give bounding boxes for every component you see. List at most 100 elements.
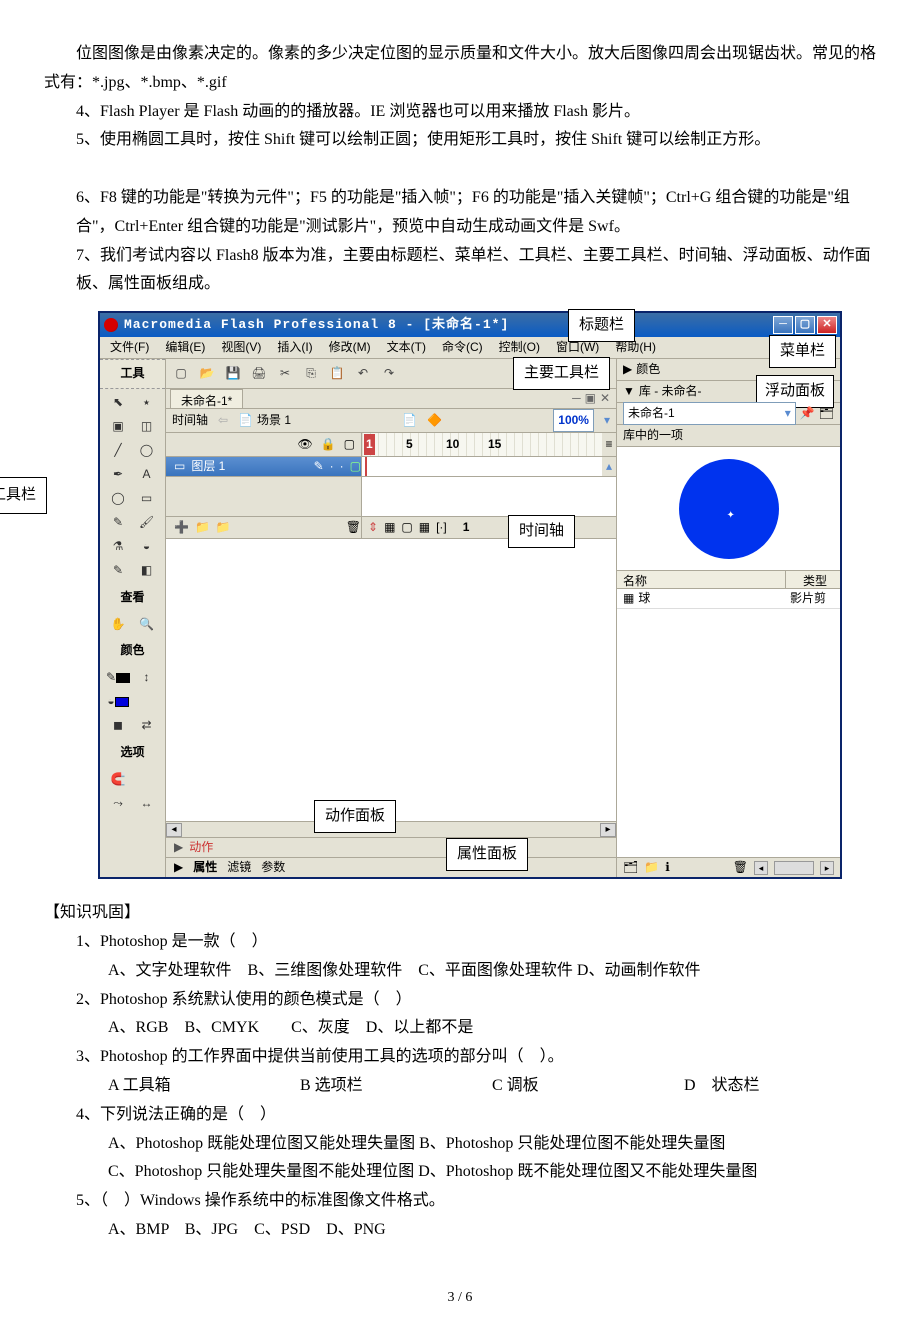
copy-icon[interactable]: ⎘ [302, 365, 320, 383]
new-lib-icon[interactable]: 🗂 [819, 403, 834, 425]
close-doc-icon[interactable]: ✕ [600, 388, 610, 410]
menu-control[interactable]: 控制(O) [495, 337, 544, 359]
close-button[interactable]: ✕ [817, 316, 837, 334]
rectangle-tool-icon[interactable]: ▭ [135, 489, 159, 509]
doc-tab-active[interactable]: 未命名-1* [170, 389, 243, 408]
lasso-tool-icon[interactable]: ◯ [135, 441, 159, 461]
eyedropper-tool-icon[interactable]: ✎ [106, 561, 130, 581]
menu-modify[interactable]: 修改(M) [325, 337, 375, 359]
layer-frames[interactable] [362, 457, 602, 476]
menu-view[interactable]: 视图(V) [217, 337, 265, 359]
minimize-button[interactable]: ─ [773, 316, 793, 334]
timeline-menu-icon[interactable]: ≡ [602, 433, 616, 456]
gradient-transform-tool-icon[interactable]: ◫ [135, 417, 159, 437]
titlebar[interactable]: Macromedia Flash Professional 8 - [未命名-1… [100, 313, 840, 337]
lib-scroll-left-icon[interactable]: ◂ [754, 861, 768, 875]
undo-icon[interactable]: ↶ [354, 365, 372, 383]
library-dropdown[interactable]: 未命名-1 ▾ [623, 402, 796, 426]
restore-doc-icon[interactable]: ▣ [585, 388, 596, 410]
nocolor-icon[interactable] [135, 692, 159, 712]
brush-tool-icon[interactable]: 🖌 [135, 513, 159, 533]
zoom-tool-icon[interactable]: 🔍 [135, 614, 159, 634]
menu-commands[interactable]: 命令(C) [438, 337, 487, 359]
layer-label[interactable]: ▭ 图层 1 ✎ · · ▢ [166, 457, 362, 476]
library-panel-header[interactable]: ▼ 库 - 未命名- 浮动面板 [617, 381, 840, 403]
subselect-tool-icon[interactable]: ⭑ [135, 393, 159, 413]
free-transform-tool-icon[interactable]: ▣ [106, 417, 130, 437]
stroke-swap-icon[interactable]: ↕ [135, 668, 159, 688]
save-icon[interactable]: 💾 [224, 365, 242, 383]
playhead-icon[interactable] [365, 457, 367, 476]
outline-icon[interactable]: ▢ [344, 434, 355, 456]
layer-dot1-icon[interactable]: · [330, 456, 334, 478]
chevron-down-icon[interactable]: ▾ [785, 403, 791, 425]
swap-colors-icon[interactable]: ⇄ [135, 716, 159, 736]
menu-file[interactable]: 文件(F) [106, 337, 153, 359]
add-folder-icon[interactable]: 📁 [216, 517, 231, 539]
lib-scroll-right-icon[interactable]: ▸ [820, 861, 834, 875]
text-tool-icon[interactable]: A [135, 465, 159, 485]
layer-square-icon[interactable]: ▢ [350, 456, 361, 478]
zoom-dropdown-icon[interactable]: ▾ [604, 410, 610, 432]
tab-properties[interactable]: 属性 [193, 857, 217, 879]
fill-color-icon[interactable]: ◒ [106, 692, 130, 712]
layer-edit-icon[interactable]: ✎ [314, 456, 324, 478]
maximize-doc-icon[interactable]: ─ [572, 388, 581, 410]
stage-area[interactable] [166, 539, 616, 821]
actions-accordion[interactable]: ▶ 动作 [166, 837, 616, 857]
back-icon[interactable]: ⇦ [218, 410, 228, 432]
library-type-header[interactable]: 类型 [786, 571, 840, 588]
new-icon[interactable]: ▢ [172, 365, 190, 383]
print-icon[interactable]: 🖨 [250, 365, 268, 383]
properties-icon[interactable]: ℹ [665, 857, 670, 879]
lock-icon[interactable]: 🔒 [321, 434, 336, 456]
tab-filters[interactable]: 滤镜 [227, 857, 251, 879]
add-guide-icon[interactable]: 📁 [195, 517, 210, 539]
smooth-option-icon[interactable]: ⤳ [106, 794, 130, 814]
library-item-row[interactable]: ▦球 影片剪 [617, 589, 840, 609]
pin-icon[interactable]: 📌 [800, 403, 815, 425]
menu-text[interactable]: 文本(T) [383, 337, 430, 359]
paint-bucket-tool-icon[interactable]: ◒ [135, 537, 159, 557]
onion-markers-icon[interactable]: [·] [436, 517, 447, 539]
pen-tool-icon[interactable]: ✒ [106, 465, 130, 485]
selection-tool-icon[interactable]: ⬉ [106, 393, 130, 413]
show-hide-icon[interactable]: 👁 [297, 434, 312, 456]
lib-scroll-track[interactable] [774, 861, 814, 875]
onion-outline-icon[interactable]: ▢ [401, 517, 412, 539]
delete-layer-icon[interactable]: 🗑 [346, 517, 361, 539]
frame-ruler[interactable]: 1 5 10 15 [362, 433, 602, 456]
delete-item-icon[interactable]: 🗑 [733, 857, 748, 879]
scene-label[interactable]: 📄 场景 1 [238, 410, 291, 432]
cut-icon[interactable]: ✂ [276, 365, 294, 383]
open-icon[interactable]: 📂 [198, 365, 216, 383]
menu-insert[interactable]: 插入(I) [273, 337, 316, 359]
edit-multiple-icon[interactable]: ▦ [419, 517, 430, 539]
hscroll-right-icon[interactable]: ▸ [600, 823, 616, 837]
library-name-header[interactable]: 名称 [617, 571, 786, 588]
stroke-color-icon[interactable]: ✎ [106, 668, 130, 688]
oval-tool-icon[interactable]: ◯ [106, 489, 130, 509]
scroll-up-icon[interactable]: ▴ [602, 457, 616, 476]
new-symbol-icon[interactable]: 🗂 [623, 857, 638, 879]
maximize-button[interactable]: ▢ [795, 316, 815, 334]
tab-params[interactable]: 参数 [261, 857, 285, 879]
hscroll-left-icon[interactable]: ◂ [166, 823, 182, 837]
eraser-tool-icon[interactable]: ◧ [135, 561, 159, 581]
color-expand-icon[interactable]: ▶ [623, 359, 632, 381]
redo-icon[interactable]: ↷ [380, 365, 398, 383]
edit-scene-icon[interactable]: 🔶 [427, 410, 442, 432]
straighten-option-icon[interactable]: ↔ [135, 794, 159, 814]
layer-dot2-icon[interactable]: · [340, 456, 344, 478]
edit-symbols-icon[interactable]: 📄 [402, 410, 417, 432]
pencil-tool-icon[interactable]: ✎ [106, 513, 130, 533]
center-frame-icon[interactable]: ⇕ [368, 517, 378, 539]
ink-bottle-tool-icon[interactable]: ⚗ [106, 537, 130, 557]
snap-option-icon[interactable]: 🧲 [106, 770, 130, 790]
menu-edit[interactable]: 编辑(E) [161, 337, 209, 359]
onion-skin-icon[interactable]: ▦ [384, 517, 395, 539]
paste-icon[interactable]: 📋 [328, 365, 346, 383]
props-expand-icon[interactable]: ▶ [174, 857, 183, 879]
line-tool-icon[interactable]: ╱ [106, 441, 130, 461]
add-layer-icon[interactable]: ➕ [174, 517, 189, 539]
